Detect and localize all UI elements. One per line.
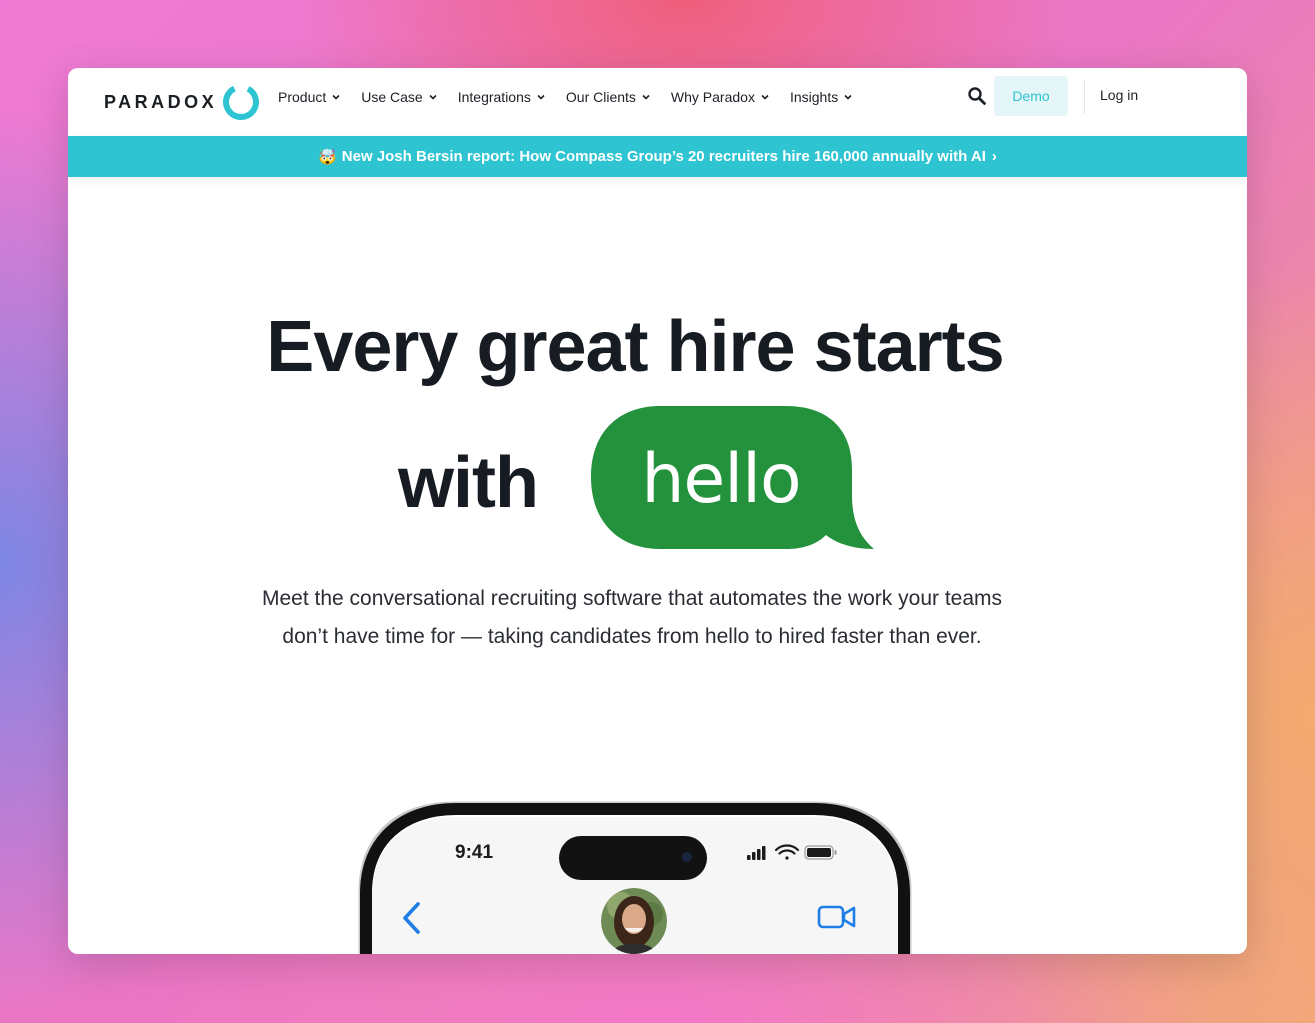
browser-window: PARADOX Product Use Case Integrations Ou… — [68, 68, 1247, 954]
chevron-down-icon — [642, 94, 650, 100]
exploding-head-emoji: 🤯 — [318, 148, 337, 166]
battery-icon — [804, 845, 837, 860]
logo-text: PARADOX — [104, 91, 218, 112]
chevron-right-icon: › — [991, 148, 997, 165]
hero-subtext: Meet the conversational recruiting softw… — [261, 587, 1003, 648]
logo-ring-icon — [223, 84, 260, 120]
back-chevron-icon[interactable] — [400, 901, 424, 935]
phone-clock: 9:41 — [455, 842, 494, 863]
menu-why-paradox[interactable]: Why Paradox — [671, 89, 770, 105]
chevron-down-icon — [537, 94, 545, 100]
top-navigation: PARADOX Product Use Case Integrations Ou… — [68, 68, 1247, 136]
chevron-down-icon — [844, 94, 852, 100]
chevron-down-icon — [429, 94, 437, 100]
menu-label: Product — [278, 89, 327, 105]
menu-use-case[interactable]: Use Case — [361, 89, 437, 105]
menu-label: Our Clients — [565, 89, 636, 105]
menu-label: Insights — [789, 89, 839, 105]
nav-divider — [1084, 80, 1085, 114]
hero-headline: Every great hire starts — [266, 307, 1004, 387]
menu-product[interactable]: Product — [278, 89, 341, 105]
bubble-word: hello — [641, 440, 801, 519]
menu-label: Why Paradox — [670, 89, 755, 105]
demo-button[interactable]: Demo — [994, 76, 1068, 116]
hero-headline-with: with — [398, 443, 539, 523]
wifi-icon — [774, 844, 800, 860]
chevron-down-icon — [332, 94, 340, 100]
menu-insights[interactable]: Insights — [790, 89, 853, 105]
chevron-down-icon — [761, 94, 769, 100]
menu-our-clients[interactable]: Our Clients — [566, 89, 651, 105]
login-link[interactable]: Log in — [1100, 87, 1138, 103]
menu-label: Use Case — [361, 89, 423, 105]
search-icon[interactable] — [967, 86, 987, 106]
menu-integrations[interactable]: Integrations — [458, 89, 546, 105]
camera-dot — [682, 852, 692, 862]
main-menu: Product Use Case Integrations Our Client… — [278, 68, 873, 126]
banner-text: New Josh Bersin report: How Compass Grou… — [341, 148, 986, 165]
signal-icon — [747, 846, 766, 860]
video-call-icon[interactable] — [817, 904, 857, 930]
avatar[interactable] — [601, 888, 667, 954]
paradox-logo[interactable]: PARADOX — [104, 77, 261, 127]
status-bar-icons — [747, 844, 837, 860]
menu-label: Integrations — [457, 89, 531, 105]
announcement-banner[interactable]: 🤯 New Josh Bersin report: How Compass Gr… — [68, 136, 1247, 177]
